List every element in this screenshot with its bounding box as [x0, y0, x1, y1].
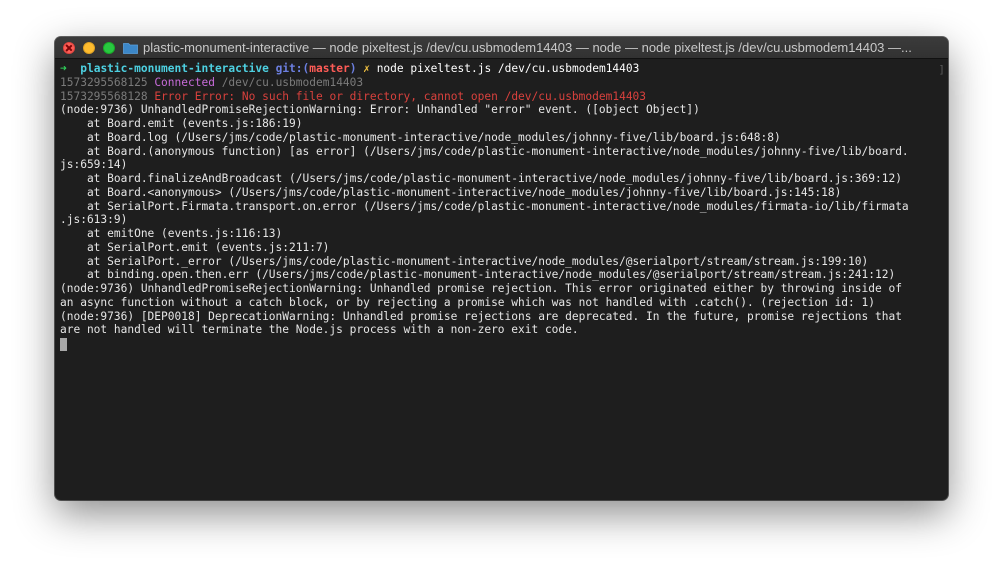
folder-icon	[123, 43, 138, 54]
log-connected-message: /dev/cu.usbmodem14403	[221, 75, 364, 89]
output-line: .js:613:9)	[60, 213, 128, 227]
terminal-output[interactable]: ➜ plastic-monument-interactive git:(mast…	[55, 59, 948, 500]
scroll-indicator[interactable]: ]	[938, 63, 945, 76]
output-line: at Board.finalizeAndBroadcast (/Users/jm…	[60, 172, 902, 185]
output-line: at Board.(anonymous function) [as error]…	[60, 144, 909, 158]
text-cursor	[60, 338, 67, 351]
output-line: (node:9736) [DEP0018] DeprecationWarning…	[60, 309, 902, 323]
log-error-label: Error	[154, 89, 188, 103]
output-line: at SerialPort.Firmata.transport.on.error…	[60, 199, 909, 213]
log-timestamp: 1573295568128	[60, 89, 148, 103]
output-line: (node:9736) UnhandledPromiseRejectionWar…	[60, 103, 700, 117]
terminal-window: plastic-monument-interactive — node pixe…	[55, 37, 948, 500]
log-error-message: Error: No such file or directory, cannot…	[194, 89, 647, 103]
git-suffix: )	[349, 62, 357, 75]
log-connected-label: Connected	[154, 75, 215, 89]
prompt-line: ➜ plastic-monument-interactive git:(mast…	[60, 62, 948, 76]
prompt-command: node pixeltest.js /dev/cu.usbmodem14403	[376, 62, 640, 75]
zoom-window-button[interactable]	[103, 42, 115, 54]
output-line: js:659:14)	[60, 158, 128, 172]
window-title: plastic-monument-interactive — node pixe…	[143, 40, 912, 55]
output-line: at SerialPort.emit (events.js:211:7)	[60, 240, 330, 254]
git-prefix: git:(	[275, 62, 310, 75]
log-connected-line: 1573295568125 Connected /dev/cu.usbmodem…	[60, 76, 948, 90]
prompt-directory: plastic-monument-interactive	[80, 62, 269, 75]
output-line: at Board.emit (events.js:186:19)	[60, 117, 303, 130]
minimize-window-button[interactable]	[83, 42, 95, 54]
output-line: at binding.open.then.err (/Users/jms/cod…	[60, 268, 896, 282]
title-bar[interactable]: plastic-monument-interactive — node pixe…	[55, 37, 948, 59]
close-window-button[interactable]	[63, 42, 75, 54]
output-line: at SerialPort._error (/Users/jms/code/pl…	[60, 254, 869, 268]
dirty-marker-icon: ✗	[363, 62, 370, 75]
output-line: at Board.log (/Users/jms/code/plastic-mo…	[60, 130, 781, 144]
prompt-arrow-icon: ➜	[60, 62, 67, 75]
cursor-line	[60, 337, 948, 351]
log-error-line: 1573295568128 Error Error: No such file …	[60, 90, 948, 104]
output-line: at Board.<anonymous> (/Users/jms/code/pl…	[60, 185, 842, 199]
output-line: at emitOne (events.js:116:13)	[60, 227, 283, 240]
git-branch: master	[309, 62, 350, 75]
log-timestamp: 1573295568125	[60, 75, 148, 89]
output-line: are not handled will terminate the Node.…	[60, 323, 579, 337]
output-line: (node:9736) UnhandledPromiseRejectionWar…	[60, 282, 902, 295]
output-line: an async function without a catch block,…	[60, 295, 875, 309]
